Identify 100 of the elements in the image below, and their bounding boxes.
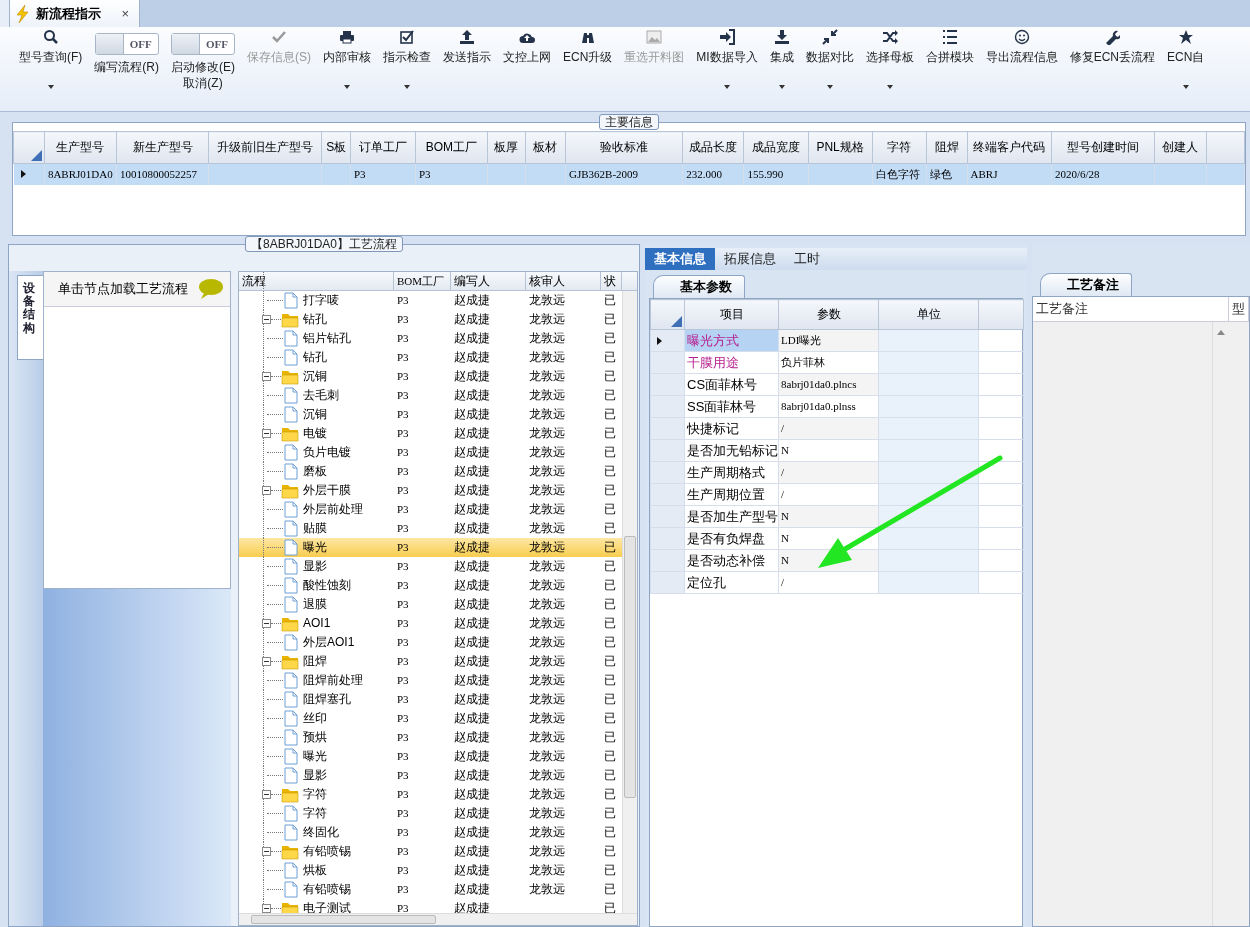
column-header[interactable]: 型: [1229, 297, 1249, 321]
table-row[interactable]: 是否动态补偿 N: [650, 549, 1024, 572]
toolbar-button[interactable]: 修复ECN丢流程: [1064, 27, 1161, 111]
column-header[interactable]: 板厚: [487, 131, 526, 164]
tree-row[interactable]: 打字唛 P3 赵成捷 龙敦远 已: [239, 291, 622, 310]
tree-row[interactable]: 钻孔 P3 赵成捷 龙敦远 已: [239, 310, 622, 329]
table-row[interactable]: 是否加无铅标记 N: [650, 439, 1024, 462]
column-header[interactable]: 工艺备注: [1033, 297, 1229, 321]
tree-row[interactable]: AOI1 P3 赵成捷 龙敦远 已: [239, 614, 622, 633]
table-row[interactable]: 8ABRJ01DA0 10010800052257 P3 P3 GJB362B-2009 232.000 155.990 白色字符 绿色 ABRJ 2020/6/28: [13, 163, 1245, 185]
tree-row[interactable]: 电镀 P3 赵成捷 龙敦远 已: [239, 424, 622, 443]
tab[interactable]: 基本信息: [645, 248, 715, 270]
close-button[interactable]: ×: [121, 5, 129, 22]
collapse-toggle-icon[interactable]: [262, 657, 271, 666]
table-row[interactable]: CS面菲林号 8abrj01da0.plncs: [650, 373, 1024, 396]
tree-row[interactable]: 沉铜 P3 赵成捷 龙敦远 已: [239, 405, 622, 424]
toolbar-button[interactable]: 文控上网: [498, 27, 556, 111]
column-header[interactable]: 验收标准: [565, 131, 683, 164]
column-header[interactable]: BOM工厂: [394, 272, 451, 290]
table-row[interactable]: 定位孔 /: [650, 571, 1024, 594]
tree-row[interactable]: 烘板 P3 赵成捷 龙敦远 已: [239, 861, 622, 880]
column-header[interactable]: 新生产型号: [116, 131, 209, 164]
tree-row[interactable]: 有铅喷锡 P3 赵成捷 龙敦远 已: [239, 880, 622, 899]
tree-row[interactable]: 酸性蚀刻 P3 赵成捷 龙敦远 已: [239, 576, 622, 595]
table-row[interactable]: 曝光方式 LDI曝光: [650, 329, 1024, 352]
column-header[interactable]: 成品宽度: [743, 131, 809, 164]
tree-row[interactable]: 曝光 P3 赵成捷 龙敦远 已: [239, 747, 622, 766]
collapse-toggle-icon[interactable]: [262, 847, 271, 856]
tree-row[interactable]: 字符 P3 赵成捷 龙敦远 已: [239, 804, 622, 823]
column-header[interactable]: 字符: [872, 131, 927, 164]
column-header[interactable]: 创建人: [1154, 131, 1207, 164]
tab[interactable]: 拓展信息: [715, 248, 785, 270]
toolbar-button[interactable]: 集成: [764, 27, 799, 111]
toolbar-button[interactable]: 内部审核: [318, 27, 376, 111]
column-header[interactable]: PNL规格: [808, 131, 873, 164]
tree-row[interactable]: 丝印 P3 赵成捷 龙敦远 已: [239, 709, 622, 728]
tree-row[interactable]: 阻焊塞孔 P3 赵成捷 龙敦远 已: [239, 690, 622, 709]
tab[interactable]: 工时: [785, 248, 829, 270]
toolbar-button[interactable]: ECN升级: [558, 27, 618, 111]
column-header[interactable]: 项目: [684, 299, 779, 330]
column-header[interactable]: 型号创建时间: [1051, 131, 1155, 164]
table-row[interactable]: 是否有负焊盘 N: [650, 527, 1024, 550]
column-header[interactable]: 生产型号: [44, 131, 117, 164]
toolbar-button[interactable]: 合拼模块: [920, 27, 979, 111]
toolbar-button[interactable]: MI数据导入: [691, 27, 763, 111]
column-header[interactable]: 核审人: [526, 272, 601, 290]
column-header[interactable]: 参数: [778, 299, 879, 330]
tree-row[interactable]: 外层AOI1 P3 赵成捷 龙敦远 已: [239, 633, 622, 652]
document-tab[interactable]: 新流程指示 ×: [10, 0, 140, 27]
tree-row[interactable]: 字符 P3 赵成捷 龙敦远 已: [239, 785, 622, 804]
collapse-toggle-icon[interactable]: [262, 790, 271, 799]
tree-row[interactable]: 终固化 P3 赵成捷 龙敦远 已: [239, 823, 622, 842]
tab[interactable]: 基本参数: [653, 275, 745, 298]
tree-row[interactable]: 有铅喷锡 P3 赵成捷 龙敦远 已: [239, 842, 622, 861]
column-header[interactable]: 订单工厂: [350, 131, 416, 164]
column-header[interactable]: S板: [321, 131, 351, 164]
toolbar-button[interactable]: 数据对比: [800, 27, 859, 111]
table-row[interactable]: SS面菲林号 8abrj01da0.plnss: [650, 395, 1024, 418]
tab[interactable]: 工艺备注: [1040, 273, 1132, 296]
tree-row[interactable]: 显影 P3 赵成捷 龙敦远 已: [239, 557, 622, 576]
toolbar-button[interactable]: 指示检查: [378, 27, 436, 111]
toolbar-button[interactable]: 选择母板: [860, 27, 919, 111]
table-row[interactable]: 生产周期位置 /: [650, 483, 1024, 506]
tree-row[interactable]: 磨板 P3 赵成捷 龙敦远 已: [239, 462, 622, 481]
table-row[interactable]: 是否加生产型号 N: [650, 505, 1024, 528]
column-header[interactable]: 终端客户代码: [967, 131, 1052, 164]
column-header[interactable]: 状: [601, 272, 622, 290]
column-header[interactable]: 单位: [878, 299, 979, 330]
tree-row[interactable]: 外层前处理 P3 赵成捷 龙敦远 已: [239, 500, 622, 519]
collapse-toggle-icon[interactable]: [262, 429, 271, 438]
table-row[interactable]: 快捷标记 /: [650, 417, 1024, 440]
tree-row[interactable]: 预烘 P3 赵成捷 龙敦远 已: [239, 728, 622, 747]
toggle-switch[interactable]: OFF: [171, 33, 235, 55]
toggle-switch[interactable]: OFF: [94, 33, 159, 55]
column-header[interactable]: 流程: [239, 272, 394, 290]
tree-row[interactable]: 显影 P3 赵成捷 龙敦远 已: [239, 766, 622, 785]
toolbar-button[interactable]: ECN自: [1162, 27, 1210, 111]
collapse-toggle-icon[interactable]: [262, 904, 271, 913]
tree-row[interactable]: 退膜 P3 赵成捷 龙敦远 已: [239, 595, 622, 614]
tree-row[interactable]: 去毛刺 P3 赵成捷 龙敦远 已: [239, 386, 622, 405]
tree-row[interactable]: 钻孔 P3 赵成捷 龙敦远 已: [239, 348, 622, 367]
tree-row[interactable]: 铝片钻孔 P3 赵成捷 龙敦远 已: [239, 329, 622, 348]
column-header[interactable]: 编写人: [451, 272, 526, 290]
collapse-toggle-icon[interactable]: [262, 486, 271, 495]
toolbar-button[interactable]: 发送指示: [438, 27, 496, 111]
column-header[interactable]: 阻焊: [926, 131, 968, 164]
tree-row[interactable]: 负片电镀 P3 赵成捷 龙敦远 已: [239, 443, 622, 462]
tree-row[interactable]: 曝光 P3 赵成捷 龙敦远 已: [239, 538, 622, 557]
column-header[interactable]: BOM工厂: [415, 131, 488, 164]
tree-row[interactable]: 外层干膜 P3 赵成捷 龙敦远 已: [239, 481, 622, 500]
collapse-toggle-icon[interactable]: [262, 315, 271, 324]
tree-row[interactable]: 沉铜 P3 赵成捷 龙敦远 已: [239, 367, 622, 386]
scrollbar[interactable]: [622, 291, 637, 913]
scrollbar[interactable]: [239, 913, 637, 925]
side-tab[interactable]: 设备结构: [17, 275, 43, 360]
column-header[interactable]: 板材: [525, 131, 566, 164]
column-header[interactable]: 成品长度: [682, 131, 744, 164]
tree-row[interactable]: 阻焊 P3 赵成捷 龙敦远 已: [239, 652, 622, 671]
tree-row[interactable]: 贴膜 P3 赵成捷 龙敦远 已: [239, 519, 622, 538]
toolbar-button[interactable]: 导出流程信息: [980, 27, 1063, 111]
